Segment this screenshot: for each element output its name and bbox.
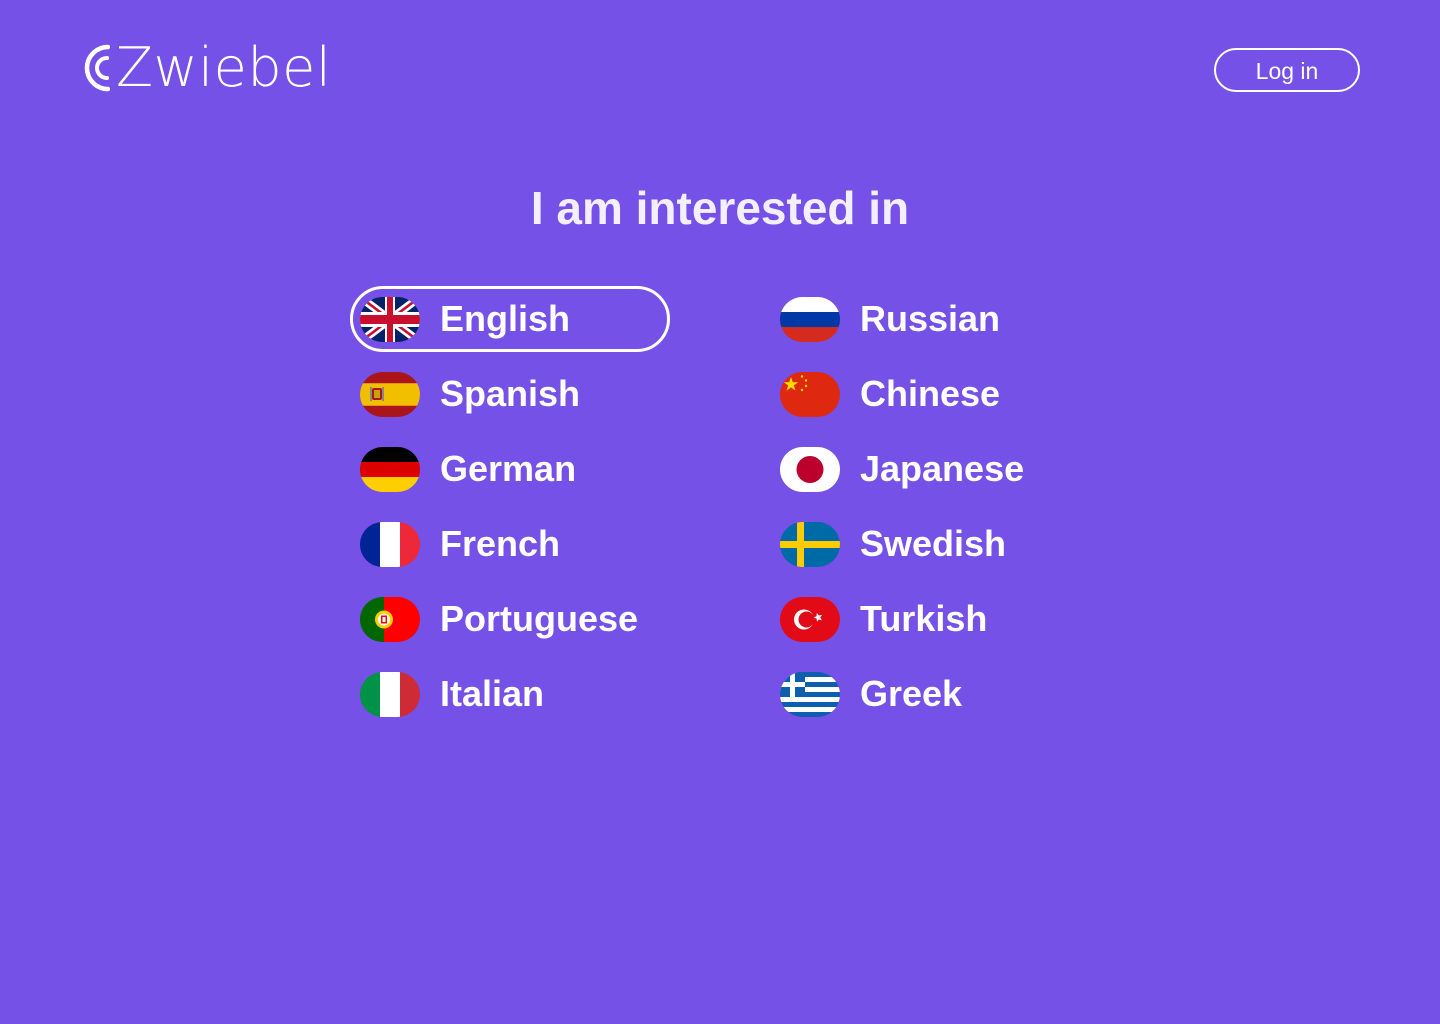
logo-mark-icon — [84, 44, 110, 92]
language-label: Portuguese — [440, 598, 639, 639]
language-option-japanese[interactable]: Japanese — [770, 436, 1090, 502]
language-option-greek[interactable]: Greek — [770, 661, 1090, 727]
language-option-chinese[interactable]: Chinese — [770, 361, 1090, 427]
brand-name: Zwiebel — [116, 36, 332, 99]
france-flag-icon — [360, 521, 420, 567]
uk-flag-icon — [360, 296, 420, 342]
page-title: I am interested in — [530, 182, 910, 234]
language-option-german[interactable]: German — [350, 436, 670, 502]
turkey-flag-icon — [780, 596, 840, 642]
language-option-italian[interactable]: Italian — [350, 661, 670, 727]
germany-flag-icon — [360, 446, 420, 492]
greece-flag-icon — [780, 671, 840, 717]
language-option-russian[interactable]: Russian — [770, 286, 1090, 352]
language-option-spanish[interactable]: Spanish — [350, 361, 670, 427]
china-flag-icon — [780, 371, 840, 417]
portugal-flag-icon — [360, 596, 420, 642]
language-option-swedish[interactable]: Swedish — [770, 511, 1090, 577]
spain-flag-icon — [360, 371, 420, 417]
language-label: Japanese — [860, 448, 1025, 489]
language-label: German — [440, 448, 577, 489]
language-label: Turkish — [860, 598, 988, 639]
language-label: French — [440, 523, 561, 564]
sweden-flag-icon — [780, 521, 840, 567]
brand-logo[interactable]: Zwiebel — [80, 40, 331, 96]
language-option-portuguese[interactable]: Portuguese — [350, 586, 670, 652]
login-button[interactable]: Log in — [1214, 48, 1360, 92]
language-label: Chinese — [860, 373, 1001, 414]
language-option-turkish[interactable]: Turkish — [770, 586, 1090, 652]
language-option-french[interactable]: French — [350, 511, 670, 577]
language-option-english[interactable]: English — [350, 286, 670, 352]
language-label: Spanish — [440, 373, 581, 414]
language-label: Russian — [860, 298, 1001, 339]
italy-flag-icon — [360, 671, 420, 717]
language-label: Swedish — [860, 523, 1007, 564]
language-label: Italian — [440, 673, 545, 714]
language-label: English — [440, 298, 571, 339]
language-label: Greek — [860, 673, 963, 714]
russia-flag-icon — [780, 296, 840, 342]
japan-flag-icon — [780, 446, 840, 492]
